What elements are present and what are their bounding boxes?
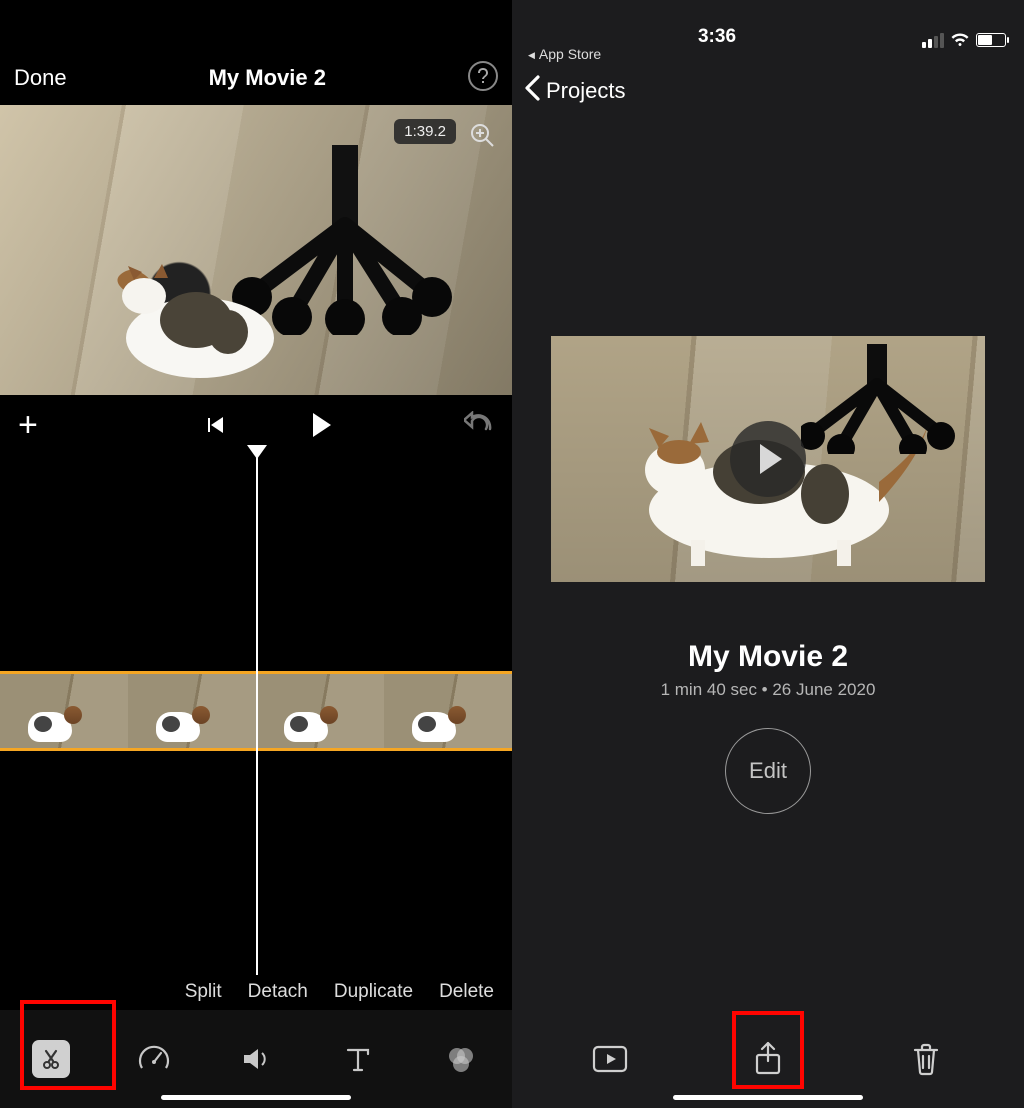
timecode-pill: 1:39.2 [394, 119, 456, 144]
volume-tool[interactable] [228, 1031, 284, 1087]
battery-icon [976, 33, 1006, 47]
project-subtitle: 1 min 40 sec • 26 June 2020 [512, 680, 1024, 700]
zoom-in-icon [469, 122, 495, 148]
play-rect-icon [592, 1045, 628, 1073]
play-overlay[interactable] [730, 421, 806, 497]
projects-screen: 3:36 App Store Projects [512, 0, 1024, 1108]
undo-button[interactable] [464, 411, 494, 440]
zoom-button[interactable] [462, 115, 502, 155]
project-thumbnail[interactable] [551, 336, 985, 582]
project-title: My Movie 2 [512, 640, 1024, 674]
editor-header: Done My Movie 2 [0, 0, 512, 105]
clip-thumb [0, 674, 128, 748]
titles-tool[interactable] [330, 1031, 386, 1087]
playback-controls [208, 413, 331, 437]
filters-icon [444, 1042, 478, 1076]
editor-screen: Done My Movie 2 1:39.2 + [0, 0, 512, 1108]
highlight-share-button [732, 1011, 804, 1089]
back-chevron-icon[interactable] [524, 75, 540, 108]
back-label[interactable]: Projects [546, 78, 625, 104]
speedometer-icon [137, 1042, 171, 1076]
playhead[interactable] [256, 455, 258, 975]
clip-thumb [256, 674, 384, 748]
editor-title: My Movie 2 [209, 65, 326, 91]
help-button[interactable] [468, 61, 498, 91]
volume-icon [240, 1043, 272, 1075]
status-bar: 3:36 [512, 0, 1024, 50]
delete-project-button[interactable] [906, 1039, 946, 1079]
skip-to-start-button[interactable] [208, 417, 223, 433]
video-preview[interactable]: 1:39.2 [0, 105, 512, 395]
speed-tool[interactable] [126, 1031, 182, 1087]
undo-icon [464, 411, 494, 435]
skip-start-icon [211, 417, 223, 433]
highlight-cut-tool [20, 1000, 116, 1090]
add-media-button[interactable]: + [18, 406, 38, 445]
clip-thumb [128, 674, 256, 748]
play-icon [760, 444, 782, 474]
back-to-app-button[interactable]: App Store [512, 46, 1024, 62]
status-time: 3:36 [512, 26, 922, 48]
cat-graphic [110, 260, 280, 380]
chair-graphic [801, 344, 961, 454]
projects-header: Projects [512, 62, 1024, 120]
home-indicator[interactable] [673, 1095, 863, 1100]
wifi-icon [950, 32, 970, 48]
trash-icon [911, 1042, 941, 1076]
play-button[interactable] [313, 413, 331, 437]
filters-tool[interactable] [433, 1031, 489, 1087]
edit-button[interactable]: Edit [725, 728, 811, 814]
delete-button[interactable]: Delete [439, 981, 494, 1003]
home-indicator[interactable] [161, 1095, 351, 1100]
split-button[interactable]: Split [185, 981, 222, 1003]
cellular-icon [922, 33, 944, 48]
status-icons [922, 32, 1006, 48]
timeline[interactable] [0, 455, 512, 975]
question-icon [476, 66, 490, 86]
text-icon [343, 1044, 373, 1074]
duplicate-button[interactable]: Duplicate [334, 981, 413, 1003]
done-button[interactable]: Done [14, 65, 67, 91]
clip-thumb [384, 674, 512, 748]
play-project-button[interactable] [590, 1039, 630, 1079]
detach-button[interactable]: Detach [248, 981, 308, 1003]
